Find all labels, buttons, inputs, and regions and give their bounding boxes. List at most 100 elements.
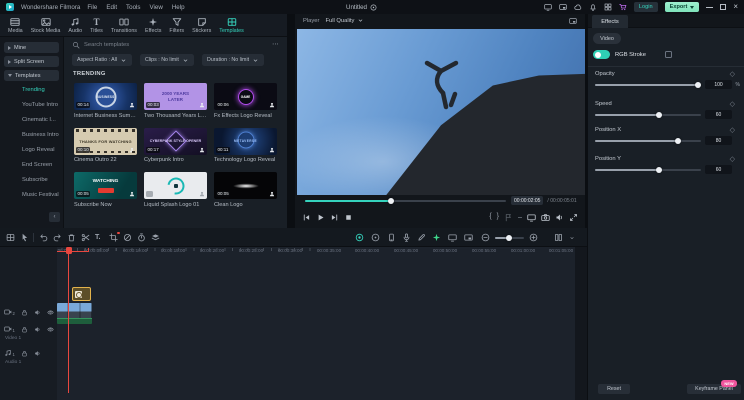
more-arrow-icon[interactable] [569, 235, 575, 241]
more-options-icon[interactable]: ⋯ [272, 41, 279, 48]
keyframe-diamond-icon[interactable] [730, 100, 735, 108]
fullscreen-icon[interactable] [569, 213, 578, 222]
video-clip[interactable] [57, 303, 92, 318]
template-card[interactable]: BUSINESS 00:14 Internet Business Summit [74, 83, 137, 119]
speaker-icon[interactable] [555, 213, 564, 222]
mask-icon[interactable] [123, 233, 132, 242]
search-input[interactable]: Search templates [72, 41, 129, 49]
undo-icon[interactable] [39, 233, 48, 242]
sidebar-collapse-button[interactable]: ‹ [49, 212, 60, 222]
template-card[interactable]: THANKS FOR WATCHING 00:10 Cinema Outro 22 [74, 127, 137, 163]
stop-button[interactable] [344, 213, 353, 222]
sidebar-section-templates[interactable]: Templates [4, 70, 59, 81]
login-button[interactable]: Login [633, 2, 658, 12]
split-icon[interactable] [81, 233, 90, 242]
lock-icon[interactable] [21, 350, 28, 357]
template-card[interactable]: WATCHING 00:05 Subscribe Now [74, 172, 137, 208]
timeline-zoom-slider[interactable] [495, 237, 524, 239]
keyframe-diamond-icon[interactable] [730, 70, 735, 78]
template-card[interactable]: 2000 YEARS LATER 00:03 Two Thousand Years… [144, 83, 207, 119]
clips-filter[interactable]: Clips : No limit [140, 54, 194, 66]
slider-value[interactable]: 60 [705, 110, 732, 119]
template-card[interactable]: Liquid Splash Logo 01 [144, 172, 207, 208]
record-button[interactable] [355, 233, 364, 242]
current-timecode[interactable]: 00:00:02:05 [511, 196, 544, 205]
ai-tool-icon[interactable] [432, 233, 441, 242]
delete-icon[interactable] [67, 233, 76, 242]
template-card[interactable]: 00:05 Clean Logo [214, 172, 277, 208]
position-y-slider[interactable] [595, 169, 701, 171]
preview-display-icon[interactable] [569, 17, 577, 25]
sidebar-item-subscribe[interactable]: Subscribe [22, 177, 48, 183]
mark-out-icon[interactable]: } [497, 212, 499, 222]
position-x-slider[interactable] [595, 140, 701, 142]
tab-stock-media[interactable]: Stock Media [31, 17, 60, 34]
restore-button[interactable] [720, 4, 727, 10]
tab-titles[interactable]: T Titles [90, 17, 103, 34]
device-preview-icon[interactable] [387, 233, 396, 242]
zoom-in-icon[interactable] [529, 233, 538, 242]
menu-file[interactable]: File [87, 4, 97, 11]
menu-help[interactable]: Help [172, 4, 185, 11]
tab-effects-panel[interactable]: Effects [592, 15, 628, 28]
screen-split-icon[interactable] [448, 233, 457, 242]
tab-transitions[interactable]: Transitions [111, 17, 137, 34]
duration-filter[interactable]: Duration : No limit [202, 54, 265, 66]
menu-view[interactable]: View [150, 4, 163, 11]
pip-icon[interactable] [559, 3, 567, 11]
fit-display-icon[interactable] [527, 213, 536, 222]
next-frame-button[interactable] [330, 213, 339, 222]
speed-icon[interactable] [137, 233, 146, 242]
lock-icon[interactable] [21, 309, 28, 316]
playhead[interactable] [65, 247, 72, 393]
close-button[interactable]: × [733, 3, 738, 11]
text-tool-icon[interactable]: T. [95, 233, 100, 242]
eye-icon[interactable] [47, 309, 54, 316]
play-button[interactable] [316, 213, 325, 222]
tab-media[interactable]: Media [8, 17, 23, 34]
slider-value[interactable]: 60 [705, 165, 732, 174]
playhead-handle[interactable] [65, 247, 72, 254]
template-card[interactable]: CYBERPUNK STYLE OPENER 00:17 Cyberpunk In… [144, 127, 207, 163]
sidebar-item-logo-reveal[interactable]: Logo Reveal [22, 147, 55, 153]
menu-tools[interactable]: Tools [126, 4, 140, 11]
cart-icon[interactable] [619, 3, 627, 11]
display-icon[interactable] [544, 3, 552, 11]
pointer-icon[interactable] [20, 233, 29, 242]
panel-layout-icon[interactable] [554, 233, 563, 242]
track-manage-icon[interactable] [6, 233, 15, 242]
snapshot-frame-icon[interactable] [464, 233, 473, 242]
zoom-out-icon[interactable] [481, 233, 490, 242]
sidebar-item-end-screen[interactable]: End Screen [22, 162, 52, 168]
crop-icon[interactable] [109, 231, 120, 242]
opacity-slider[interactable] [595, 84, 701, 86]
template-card[interactable]: GAME 00:06 Fx Effects Logo Reveal [214, 83, 277, 119]
tab-stickers[interactable]: Stickers [192, 17, 211, 34]
effect-clip-selected[interactable] [72, 287, 91, 301]
aspect-ratio-filter[interactable]: Aspect Ratio : All [72, 54, 133, 66]
export-button[interactable]: Export [664, 2, 700, 12]
slider-value[interactable]: 80 [705, 136, 732, 145]
minimize-button[interactable] [706, 7, 714, 8]
slider-value[interactable]: 100 [705, 80, 732, 89]
tab-audio[interactable]: Audio [68, 17, 82, 34]
clip-type-pill[interactable]: Video [593, 33, 621, 44]
snapshot-camera-icon[interactable] [541, 213, 550, 222]
cloud-icon[interactable] [574, 3, 582, 11]
sidebar-item-business-intro[interactable]: Business Intro [22, 132, 59, 138]
keyframe-panel-button[interactable]: Keyframe Panel NEW [687, 380, 741, 394]
video-clip-audio-waveform[interactable] [57, 318, 92, 324]
mark-in-icon[interactable]: { [489, 212, 491, 222]
apps-grid-icon[interactable] [604, 3, 612, 11]
sidebar-section-mine[interactable]: Mine [4, 42, 59, 53]
lock-icon[interactable] [21, 326, 28, 333]
mute-icon[interactable] [34, 326, 41, 333]
marker-icon[interactable] [371, 233, 380, 242]
template-card[interactable]: METAVERSE 00:11 Technology Logo Reveal [214, 127, 277, 163]
effect-checkbox[interactable] [664, 51, 672, 58]
voiceover-mic-icon[interactable] [402, 233, 411, 242]
timeline-ruler[interactable]: 00:00:00:00 00:00:05:00 00:00:10:00 00:0… [57, 247, 575, 258]
quality-selector[interactable]: Full Quality [325, 17, 364, 24]
reset-button[interactable]: Reset [598, 384, 630, 394]
speed-slider[interactable] [595, 114, 701, 116]
